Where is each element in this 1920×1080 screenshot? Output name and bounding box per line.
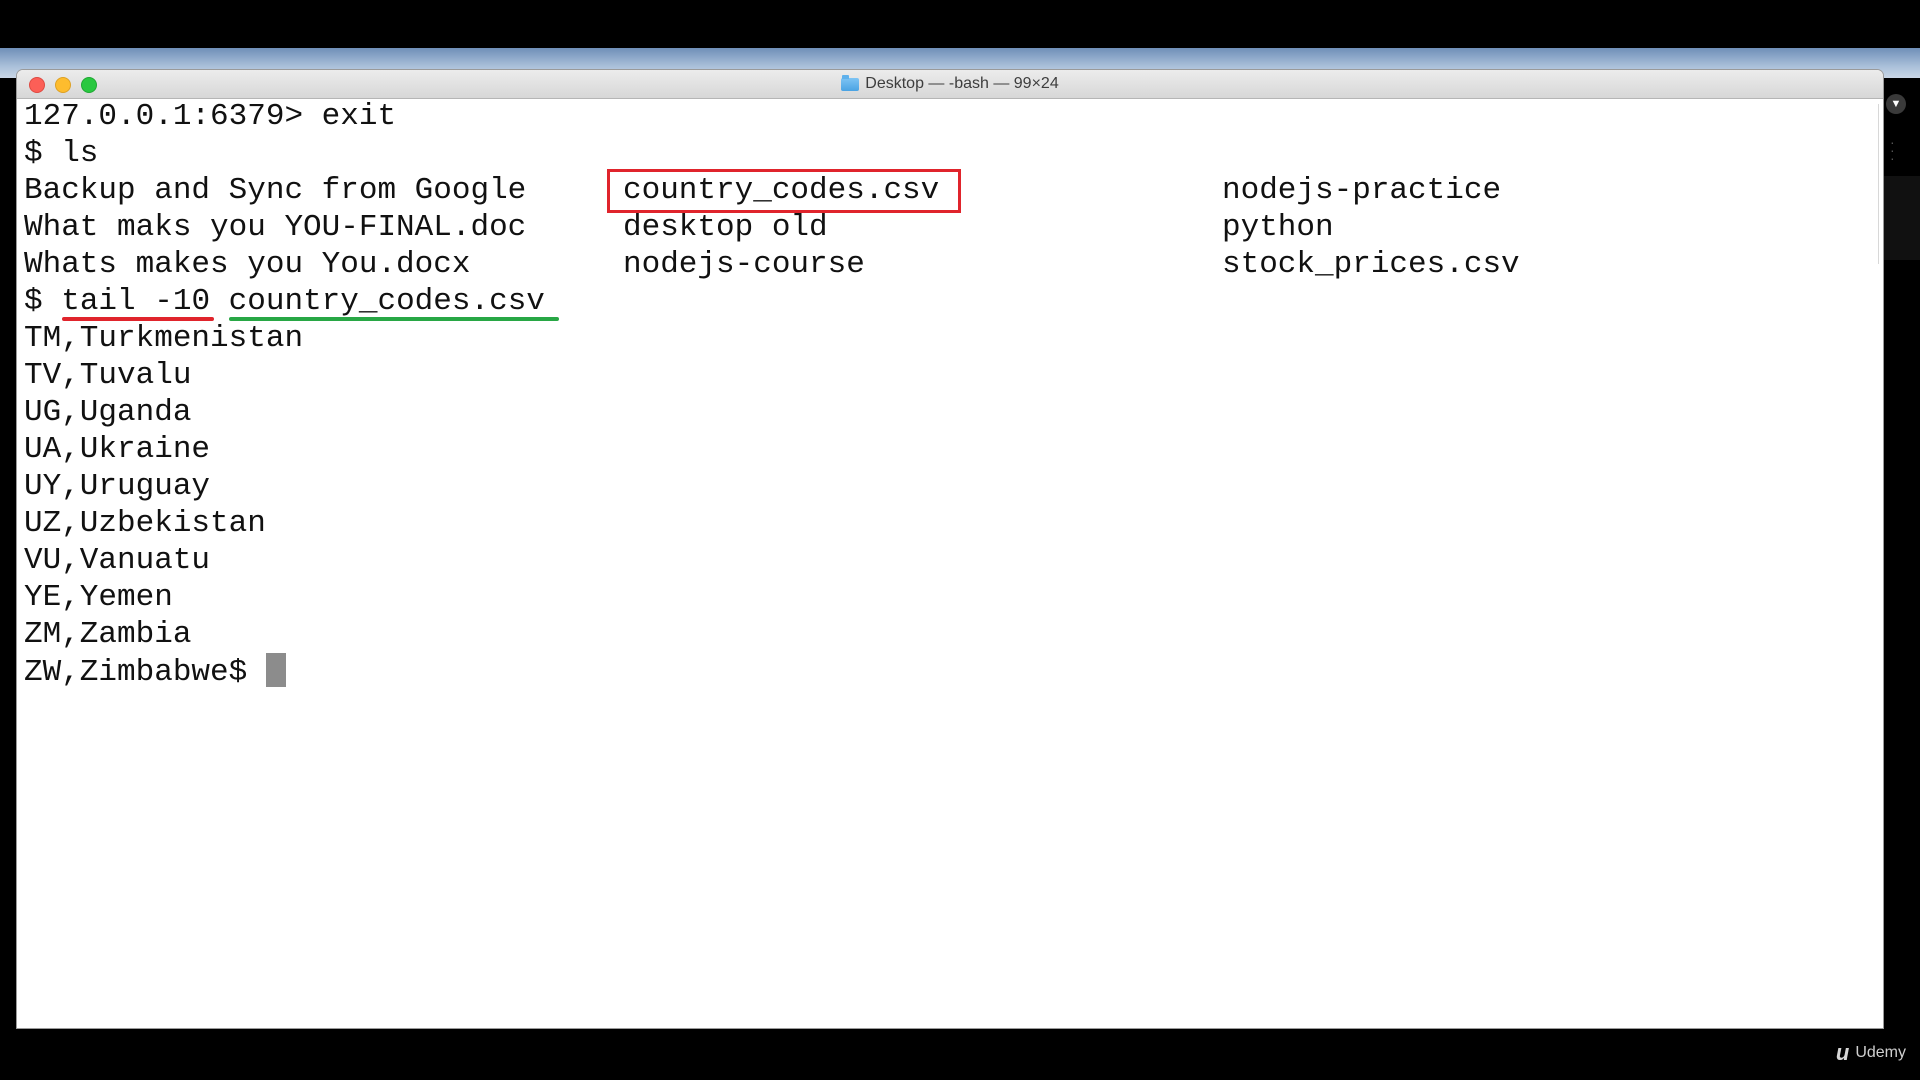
background-window-edge <box>1884 176 1920 260</box>
ls-entry: desktop old <box>623 210 828 245</box>
terminal-line: $ ls <box>24 136 99 171</box>
title-bar[interactable]: Desktop — -bash — 99×24 <box>17 70 1883 99</box>
output-line: TM,Turkmenistan <box>24 321 304 356</box>
folder-icon <box>841 74 860 91</box>
ls-entry: python <box>1222 210 1334 245</box>
more-vertical-icon[interactable]: · · · <box>1890 135 1895 165</box>
command-text: tail -10 <box>61 284 211 319</box>
text-cursor <box>265 653 286 687</box>
output-line: TV,Tuvalu <box>24 358 192 393</box>
command-line: $ tail -10 country_codes.csv <box>24 283 545 320</box>
ls-entry: stock_prices.csv <box>1222 247 1520 282</box>
ls-entry: Whats makes you You.docx <box>24 247 471 282</box>
prompt-line: ZW,Zimbabwe$ <box>24 653 286 691</box>
output-line: UY,Uruguay <box>24 469 211 504</box>
watermark: u Udemy <box>1836 1040 1906 1066</box>
terminal-line: 127.0.0.1:6379> exit <box>24 99 397 134</box>
scrollbar-track[interactable] <box>1878 104 1881 264</box>
terminal-content[interactable]: 127.0.0.1:6379> exit $ ls Backup and Syn… <box>17 98 1883 1028</box>
output-line: UA,Ukraine <box>24 432 211 467</box>
ls-entry: What maks you YOU-FINAL.doc <box>24 210 527 245</box>
command-argument: country_codes.csv <box>228 284 545 319</box>
ls-entry: nodejs-course <box>623 247 865 282</box>
output-line: YE,Yemen <box>24 580 173 615</box>
ls-entry: Backup and Sync from Google <box>24 173 527 208</box>
window-title-wrap: Desktop — -bash — 99×24 <box>17 70 1883 98</box>
udemy-logo-icon: u <box>1835 1040 1850 1065</box>
output-line: UG,Uganda <box>24 395 192 430</box>
output-line: VU,Vanuatu <box>24 543 211 578</box>
terminal-window: Desktop — -bash — 99×24 127.0.0.1:6379> … <box>17 70 1883 1028</box>
output-line: UZ,Uzbekistan <box>24 506 266 541</box>
window-title: Desktop — -bash — 99×24 <box>865 75 1059 92</box>
last-output-prompt: ZW,Zimbabwe$ <box>24 655 266 690</box>
highlight-box <box>607 169 961 213</box>
watermark-text: Udemy <box>1855 1044 1906 1061</box>
chevron-down-icon[interactable]: ▼ <box>1886 94 1906 114</box>
prompt: $ <box>24 284 62 319</box>
output-line: ZM,Zambia <box>24 617 192 652</box>
ls-entry: nodejs-practice <box>1222 173 1502 208</box>
